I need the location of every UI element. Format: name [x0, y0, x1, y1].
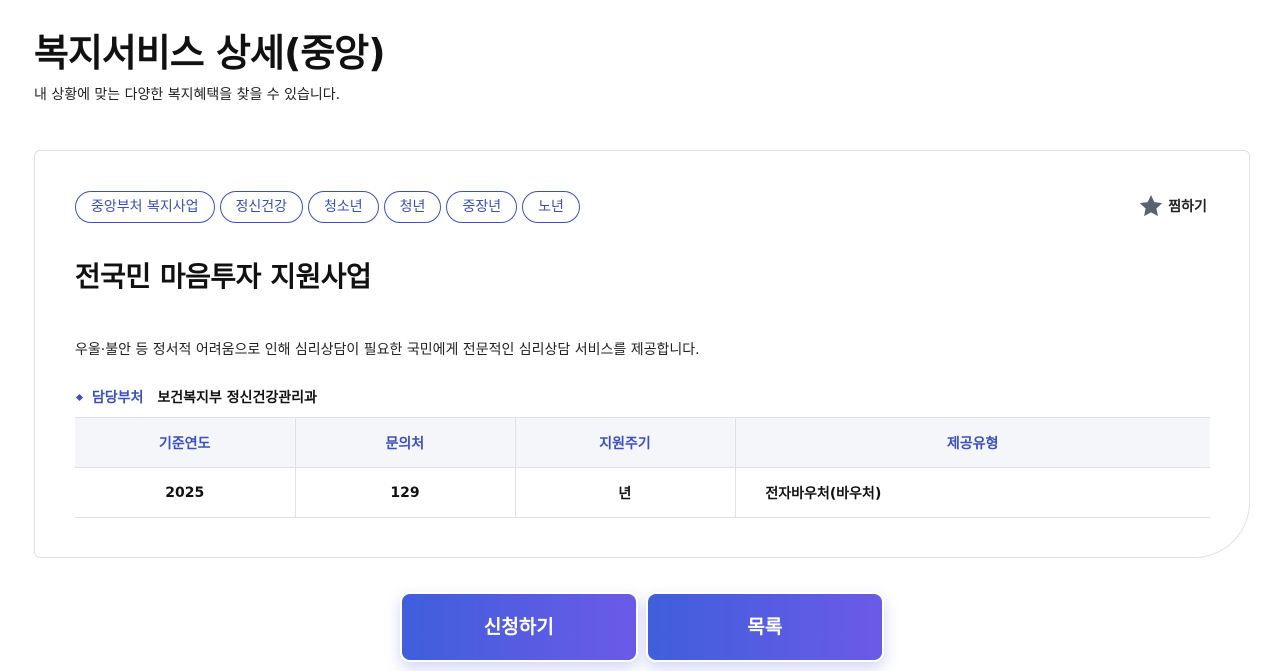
- star-icon: [1138, 193, 1164, 219]
- header-base-year: 기준연도: [75, 417, 296, 468]
- tag-young-adult[interactable]: 청년: [383, 191, 442, 223]
- tag-list: 중앙부처 복지사업 정신건강 청소년 청년 중장년 노년: [75, 191, 580, 223]
- page-subtitle: 내 상황에 맞는 다양한 복지혜택을 찾을 수 있습니다.: [34, 87, 341, 103]
- table-header-row: 기준연도 문의처 지원주기 제공유형: [75, 417, 1210, 468]
- table-row: 2025 129 년 전자바우처(바우처): [75, 467, 1210, 518]
- diamond-bullet-icon: [75, 393, 84, 401]
- cell-base-year: 2025: [75, 467, 296, 518]
- department-value: 보건복지부 정신건강관리과: [157, 390, 317, 406]
- service-detail-card: 중앙부처 복지사업 정신건강 청소년 청년 중장년 노년 찜하기 전국민 마음투…: [34, 150, 1250, 558]
- header-provision-type: 제공유형: [735, 417, 1210, 468]
- tag-youth-teen[interactable]: 청소년: [308, 191, 379, 223]
- tag-middle-aged[interactable]: 중장년: [446, 191, 518, 223]
- tag-mental-health[interactable]: 정신건강: [219, 191, 304, 223]
- department-row: 담당부처 보건복지부 정신건강관리과: [75, 387, 317, 407]
- tag-elderly[interactable]: 노년: [522, 191, 580, 223]
- list-button[interactable]: 목록: [646, 592, 884, 662]
- header-support-cycle: 지원주기: [515, 417, 736, 468]
- bookmark-label: 찜하기: [1168, 199, 1207, 215]
- action-bar: 신청하기 목록: [400, 592, 884, 662]
- tag-central-ministry[interactable]: 중앙부처 복지사업: [75, 191, 215, 223]
- service-info-table: 기준연도 문의처 지원주기 제공유형 2025 129 년 전자바우처(바우처): [75, 417, 1210, 518]
- header-contact: 문의처: [295, 417, 516, 468]
- cell-provision-type: 전자바우처(바우처): [735, 467, 1210, 518]
- bookmark-button[interactable]: 찜하기: [1138, 193, 1207, 219]
- service-title: 전국민 마음투자 지원사업: [75, 260, 372, 293]
- service-description: 우울·불안 등 정서적 어려움으로 인해 심리상담이 필요한 국민에게 전문적인…: [75, 342, 700, 358]
- apply-button[interactable]: 신청하기: [400, 592, 638, 662]
- cell-contact: 129: [295, 467, 516, 518]
- department-label: 담당부처: [92, 390, 144, 406]
- page-title: 복지서비스 상세(중앙): [34, 31, 386, 75]
- cell-support-cycle: 년: [515, 467, 736, 518]
